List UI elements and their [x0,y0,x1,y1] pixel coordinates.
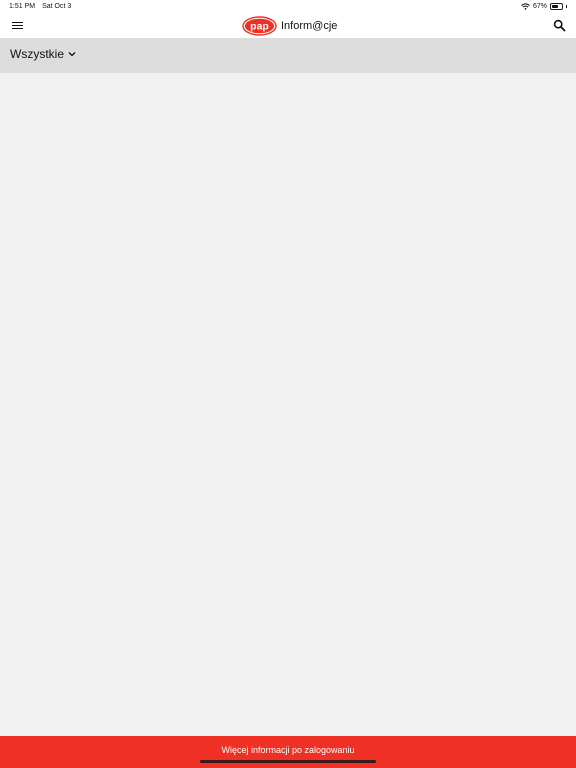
login-banner[interactable]: Więcej informacji po zalogowaniu [0,736,576,768]
status-left: 1:51 PM Sat Oct 3 [9,3,71,10]
login-banner-text: Więcej informacji po zalogowaniu [221,745,355,755]
battery-fill [552,5,559,8]
filter-bar: Wszystkie [0,38,576,73]
battery-icon [550,3,563,10]
search-button[interactable] [553,19,566,32]
hamburger-icon [12,21,24,30]
status-time: 1:51 PM [9,3,36,10]
battery-percent: 67% [532,3,547,10]
pap-logo-text: pap [250,20,269,32]
app-title: Inform@cje [281,20,338,32]
battery-tip [566,5,567,8]
status-right: 67% [521,3,567,10]
news-list-area [0,73,576,736]
category-dropdown[interactable]: Wszystkie [10,47,76,61]
menu-button[interactable] [12,20,24,32]
status-date: Sat Oct 3 [42,3,72,10]
brand: pap Inform@cje [242,15,337,37]
search-icon [553,19,566,32]
status-bar: 1:51 PM Sat Oct 3 67% [0,0,576,14]
wifi-icon [521,3,530,10]
category-dropdown-label: Wszystkie [10,47,64,61]
chevron-down-icon [68,52,76,57]
pap-logo: pap [242,16,277,36]
nav-bar: pap Inform@cje [0,14,576,38]
home-indicator [200,760,376,763]
